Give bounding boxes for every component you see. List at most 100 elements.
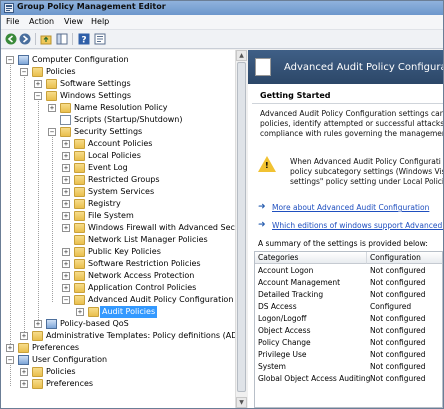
scroll-thumb[interactable] xyxy=(237,62,246,392)
expand-toggle[interactable]: + xyxy=(62,284,70,292)
expand-toggle[interactable]: + xyxy=(62,164,70,172)
table-row[interactable]: Account Management Not configured xyxy=(255,277,442,289)
console-tree[interactable]: − Computer Configuration − Policies + So… xyxy=(1,50,247,408)
configuration-cell: Not configured xyxy=(370,266,426,275)
tree-item-policies[interactable]: − Policies xyxy=(1,66,235,78)
tree-item-user-policies[interactable]: + Policies xyxy=(1,366,235,378)
tree-scrollbar[interactable]: ▲ ▼ xyxy=(235,50,247,408)
menu-help[interactable]: Help xyxy=(91,17,109,26)
expand-toggle[interactable]: + xyxy=(20,332,28,340)
tree-item-security-settings[interactable]: − Security Settings xyxy=(1,126,235,138)
tree-item-restricted-groups[interactable]: + Restricted Groups xyxy=(1,174,235,186)
category-cell: Object Access xyxy=(258,326,311,335)
expand-toggle[interactable]: + xyxy=(62,176,70,184)
tree-item-scripts[interactable]: Scripts (Startup/Shutdown) xyxy=(1,114,235,126)
table-row[interactable]: Account Logon Not configured xyxy=(255,265,442,277)
collapse-toggle[interactable]: − xyxy=(6,56,14,64)
table-row[interactable]: Logon/Logoff Not configured xyxy=(255,313,442,325)
tree-item-application-control-policies[interactable]: + Application Control Policies xyxy=(1,282,235,294)
expand-toggle[interactable]: + xyxy=(62,224,70,232)
collapse-toggle[interactable]: − xyxy=(62,296,70,304)
expand-toggle[interactable]: + xyxy=(20,368,28,376)
expand-toggle[interactable]: + xyxy=(62,140,70,148)
tree-item-preferences[interactable]: + Preferences xyxy=(1,342,235,354)
tree-item-administrative-templates[interactable]: + Administrative Templates: Policy defin… xyxy=(1,330,246,342)
table-row[interactable]: System Not configured xyxy=(255,361,442,373)
tree-item-registry[interactable]: + Registry xyxy=(1,198,235,210)
expand-toggle[interactable]: + xyxy=(62,248,70,256)
menu-file[interactable]: File xyxy=(6,17,19,26)
table-row[interactable]: DS Access Configured xyxy=(255,301,442,313)
table-row[interactable]: Detailed Tracking Not configured xyxy=(255,289,442,301)
tree-item-public-key-policies[interactable]: + Public Key Policies xyxy=(1,246,235,258)
editions-link[interactable]: Which editions of windows support Advanc… xyxy=(272,221,443,230)
expand-toggle[interactable]: + xyxy=(62,200,70,208)
collapse-toggle[interactable]: − xyxy=(34,92,42,100)
forward-icon[interactable] xyxy=(19,33,31,45)
tree-item-file-system[interactable]: + File System xyxy=(1,210,235,222)
menu-action[interactable]: Action xyxy=(29,17,54,26)
collapse-toggle[interactable]: − xyxy=(20,68,28,76)
properties-icon[interactable] xyxy=(94,33,106,45)
table-row[interactable]: Policy Change Not configured xyxy=(255,337,442,349)
tree-item-network-access-protection[interactable]: + Network Access Protection xyxy=(1,270,235,282)
expand-toggle[interactable]: + xyxy=(6,344,14,352)
help-icon[interactable]: ? xyxy=(78,33,90,45)
tree-item-system-services[interactable]: + System Services xyxy=(1,186,235,198)
tree-item-label: Public Key Policies xyxy=(88,247,161,256)
collapse-toggle[interactable]: − xyxy=(48,128,56,136)
scroll-up-arrow-icon[interactable]: ▲ xyxy=(236,50,247,61)
tree-item-windows-settings[interactable]: − Windows Settings xyxy=(1,90,235,102)
qos-chart-icon xyxy=(46,319,57,329)
expand-toggle[interactable]: + xyxy=(62,212,70,220)
tree-item-event-log[interactable]: + Event Log xyxy=(1,162,235,174)
tree-item-network-list-manager[interactable]: Network List Manager Policies xyxy=(1,234,235,246)
tree-item-audit-policies[interactable]: + Audit Policies xyxy=(1,306,235,318)
column-header-configuration[interactable]: Configuration xyxy=(367,252,442,264)
expand-toggle[interactable]: + xyxy=(48,104,56,112)
expand-toggle[interactable]: + xyxy=(62,188,70,196)
warning-line: policy subcategory settings (Windows Vis… xyxy=(290,167,443,176)
tree-item-user-preferences[interactable]: + Preferences xyxy=(1,378,235,390)
expand-toggle[interactable]: + xyxy=(20,380,28,388)
expand-toggle[interactable]: + xyxy=(62,260,70,268)
tree-item-windows-firewall[interactable]: + Windows Firewall with Advanced Securit… xyxy=(1,222,246,234)
folder-icon xyxy=(18,343,29,353)
expand-toggle[interactable]: + xyxy=(34,80,42,88)
tree-item-software-restriction-policies[interactable]: + Software Restriction Policies xyxy=(1,258,235,270)
expand-toggle[interactable]: + xyxy=(76,308,84,316)
tree-item-local-policies[interactable]: + Local Policies xyxy=(1,150,235,162)
tree-item-software-settings[interactable]: + Software Settings xyxy=(1,78,235,90)
title-bar[interactable]: Group Policy Management Editor xyxy=(1,1,443,15)
tree-item-computer-configuration[interactable]: − Computer Configuration xyxy=(1,54,235,66)
menu-view[interactable]: View xyxy=(64,17,83,26)
folder-icon xyxy=(74,187,85,197)
computer-icon xyxy=(18,55,29,65)
tree-item-name-resolution-policy[interactable]: + Name Resolution Policy xyxy=(1,102,235,114)
expand-toggle[interactable]: + xyxy=(62,152,70,160)
collapse-toggle[interactable]: − xyxy=(6,356,14,364)
tree-item-user-configuration[interactable]: − User Configuration xyxy=(1,354,235,366)
back-icon[interactable] xyxy=(5,33,17,45)
more-about-link[interactable]: More about Advanced Audit Configuration xyxy=(272,203,429,212)
column-header-categories[interactable]: Categories xyxy=(255,252,367,264)
expand-toggle[interactable]: + xyxy=(34,320,42,328)
table-row[interactable]: Privilege Use Not configured xyxy=(255,349,442,361)
tree-item-label: Policy-based QoS xyxy=(60,319,129,328)
audit-document-icon xyxy=(255,58,271,76)
scroll-down-arrow-icon[interactable]: ▼ xyxy=(236,397,247,408)
configuration-cell: Not configured xyxy=(370,314,426,323)
tree-item-policy-based-qos[interactable]: + Policy-based QoS xyxy=(1,318,235,330)
tree-item-advanced-audit-policy-configuration[interactable]: − Advanced Audit Policy Configuration xyxy=(1,294,235,306)
folder-icon xyxy=(60,127,71,137)
show-hide-tree-icon[interactable] xyxy=(56,33,68,45)
tree-item-account-policies[interactable]: + Account Policies xyxy=(1,138,235,150)
table-row[interactable]: Global Object Access Auditing Not config… xyxy=(255,373,442,385)
link-arrow-icon: ➜ xyxy=(258,220,266,230)
folder-icon xyxy=(32,331,43,341)
window-title: Group Policy Management Editor xyxy=(17,2,166,11)
up-folder-icon[interactable] xyxy=(40,33,52,45)
configuration-cell: Not configured xyxy=(370,290,426,299)
expand-toggle[interactable]: + xyxy=(62,272,70,280)
table-row[interactable]: Object Access Not configured xyxy=(255,325,442,337)
